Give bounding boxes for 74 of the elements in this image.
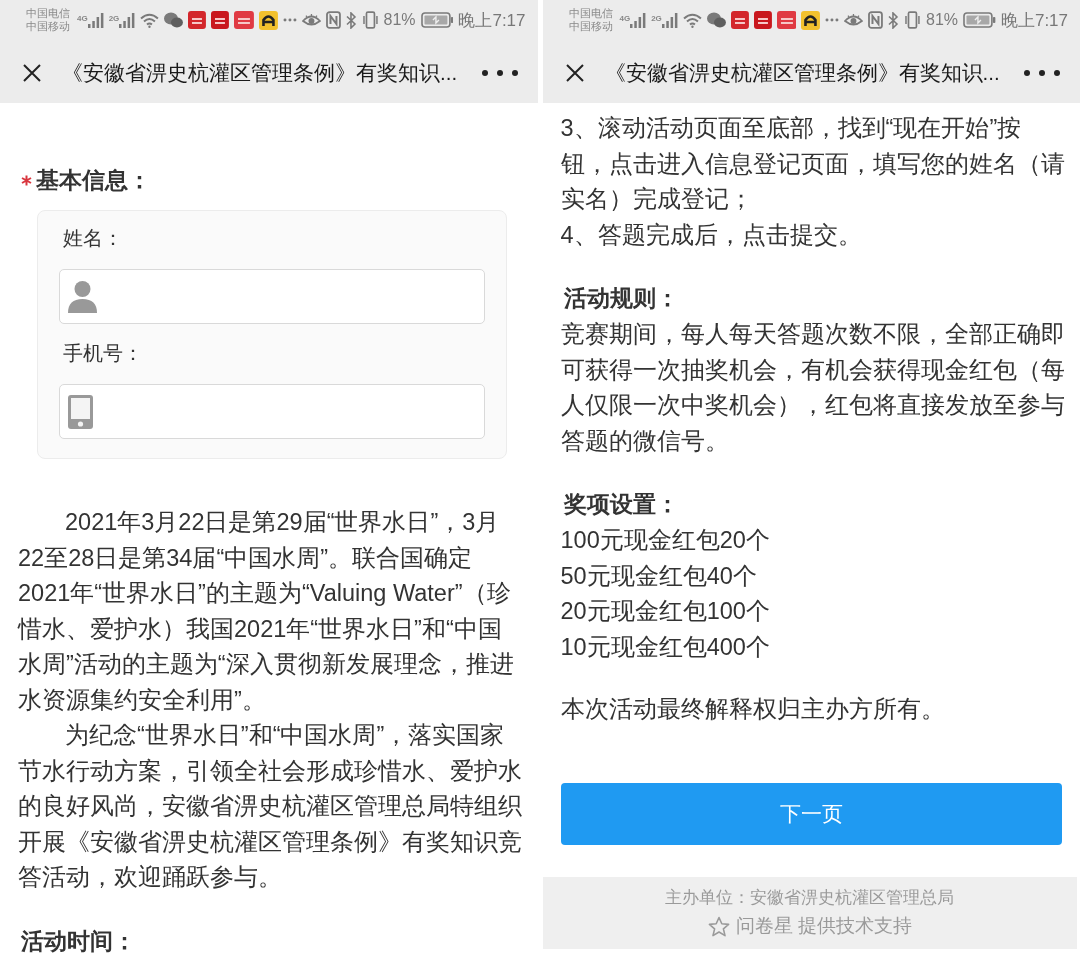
app-icon xyxy=(753,11,772,29)
body-text: 4、答题完成后，点击提交。 xyxy=(560,220,863,250)
nfc-icon xyxy=(325,11,341,29)
body-text: 10元现金红包400个 xyxy=(560,632,771,662)
ellipsis-icon xyxy=(825,18,840,22)
star-icon xyxy=(707,915,730,937)
network-type: 2G xyxy=(651,13,662,23)
page-title: 《安徽省淠史杭灌区管理条例》有奖知识... xyxy=(62,59,459,86)
eye-icon xyxy=(301,13,321,27)
wifi-icon xyxy=(140,12,160,28)
battery-percent: 81% xyxy=(926,11,959,29)
organizer-text: 主办单位：安徽省淠史杭灌区管理总局 xyxy=(665,887,955,909)
nfc-icon xyxy=(868,11,884,29)
section-heading: 奖项设置： xyxy=(563,490,679,519)
app-icon xyxy=(801,10,821,30)
network-type: 4G xyxy=(77,13,88,23)
body-text: 20元现金红包100个 xyxy=(560,597,771,626)
more-icon xyxy=(481,69,518,76)
app-icon xyxy=(234,11,254,29)
carrier-name: 中国电信 xyxy=(568,7,613,20)
body-text: 竞赛期间，每人每天答题次数不限，全部正确即可获得一次抽奖机会，有机会获得现金红包（每人仅限一次中奖机会），红包将直接发放至参与答题的微信号。 xyxy=(560,320,1066,456)
carrier-name: 中国移动 xyxy=(568,20,613,33)
name-field[interactable] xyxy=(59,269,485,324)
close-icon xyxy=(564,62,585,83)
more-button[interactable] xyxy=(1024,69,1060,76)
section-heading: 基本信息： xyxy=(36,166,151,195)
ellipsis-icon xyxy=(282,18,297,22)
more-button[interactable] xyxy=(481,69,518,76)
carrier-name: 中国电信 xyxy=(26,7,70,20)
field-label: 手机号： xyxy=(63,341,144,366)
carrier-name: 中国移动 xyxy=(26,20,70,33)
signal-icon xyxy=(630,12,647,28)
next-page-button[interactable]: 下一页 xyxy=(560,782,1062,845)
bluetooth-icon xyxy=(888,11,900,29)
wifi-icon xyxy=(682,12,702,28)
battery-icon xyxy=(420,12,454,28)
body-text: 本次活动最终解释权归主办方所有。 xyxy=(560,695,946,724)
status-time: 晚上7:17 xyxy=(1000,9,1068,32)
body-paragraph: 为纪念“世界水日”和“中国水周”，落实国家节水行动方案，引领全社会形成珍惜水、爱护水的良好风尚，安徽省淠史杭灌区管理总局特组织开展《安徽省淠史杭灌区管理条例》有奖知识竞答活动，欢迎踊跃参与。 xyxy=(18,721,523,892)
chat-bubbles-icon xyxy=(706,12,726,28)
vibrate-icon xyxy=(361,11,379,29)
app-icon xyxy=(730,11,749,29)
phone-icon xyxy=(68,394,93,429)
body-text: 3、滚动活动页面至底部，找到“现在开始”按钮，点击进入信息登记页面，填写您的姓名（请实名）完成登记； xyxy=(560,114,1066,214)
close-button[interactable] xyxy=(564,62,585,83)
app-icon xyxy=(776,11,797,29)
battery-icon xyxy=(963,12,996,28)
close-button[interactable] xyxy=(22,62,42,83)
close-icon xyxy=(22,62,42,83)
phone-field[interactable] xyxy=(59,384,485,439)
bluetooth-icon xyxy=(345,11,357,29)
app-icon xyxy=(211,11,230,29)
app-icon xyxy=(188,11,207,29)
chat-bubbles-icon xyxy=(164,12,184,28)
page-title: 《安徽省淠史杭灌区管理条例》有奖知识... xyxy=(604,59,1001,86)
signal-icon xyxy=(87,12,104,28)
status-time: 晚上7:17 xyxy=(458,9,526,32)
person-icon xyxy=(68,280,97,313)
body-text: 100元现金红包20个 xyxy=(560,526,771,555)
section-heading: 活动时间： xyxy=(21,926,136,956)
network-type: 4G xyxy=(619,13,631,23)
body-text: 50元现金红包40个 xyxy=(560,561,758,591)
field-label: 姓名： xyxy=(63,226,124,251)
battery-percent: 81% xyxy=(383,11,416,29)
more-icon xyxy=(1024,69,1060,76)
section-heading: 活动规则： xyxy=(563,284,679,313)
app-icon xyxy=(258,10,278,30)
signal-icon xyxy=(119,12,136,28)
vibrate-icon xyxy=(904,11,922,29)
signal-icon xyxy=(661,12,678,28)
body-paragraph: 2021年3月22日是第29届“世界水日”，3月22至28日是第34届“中国水周”。联合国确定2021年“世界水日”的主题为“Valuing Water”（珍惜水、爱护水）我国2021年“世界水日”和“中国水周”活动的主题为“深入贯彻新发展理念，推进水资源集约安全利用”。 xyxy=(18,508,515,715)
eye-icon xyxy=(844,13,864,27)
network-type: 2G xyxy=(108,13,120,23)
support-text: 问卷星 提供技术支持 xyxy=(735,914,912,938)
